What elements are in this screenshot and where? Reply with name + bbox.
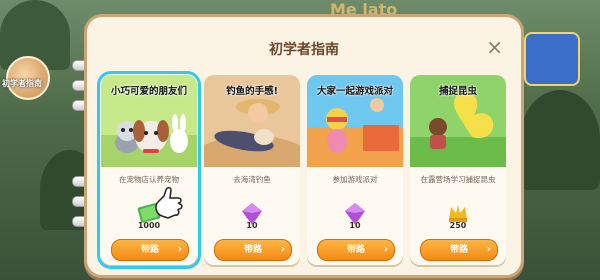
- go-button-label: 带路: [243, 245, 262, 255]
- go-button-label: 带路: [346, 245, 365, 255]
- card-title: 捕捉昆虫: [438, 86, 477, 97]
- chevron-right-icon: ›: [486, 244, 491, 255]
- card-title: 钓鱼的手感!: [226, 86, 278, 97]
- reward-amount: 250: [449, 221, 467, 230]
- pointer-hand-icon: [155, 187, 183, 219]
- card-title: 小巧可爱的朋友们: [110, 86, 187, 97]
- tree-decor: [520, 90, 600, 190]
- close-icon[interactable]: ×: [486, 37, 503, 57]
- go-button-label: 带路: [140, 245, 159, 255]
- reward-amount: 10: [246, 221, 258, 230]
- card-subtitle: 在宠物店认养宠物: [119, 175, 179, 184]
- guide-card-party[interactable]: 大家一起游戏派对 参加游戏派对 10 带路 ›: [307, 75, 403, 265]
- guide-go-button[interactable]: 带路 ›: [214, 239, 292, 261]
- guide-card-fishing[interactable]: 钓鱼的手感! 去海湾钓鱼 10 带路 ›: [204, 75, 300, 265]
- reward-amount: 10: [349, 221, 361, 230]
- guide-card-insects[interactable]: 捕捉昆虫 在露营场学习捕捉昆虫 250 带路 ›: [410, 75, 506, 265]
- card-subtitle: 在露营场学习捕捉昆虫: [420, 175, 496, 184]
- guide-card-pets[interactable]: 小巧可爱的朋友们 在宠物店认养宠物 1000 带路 ›: [97, 71, 201, 269]
- guide-go-button[interactable]: 带路 ›: [111, 239, 189, 261]
- chevron-right-icon: ›: [280, 244, 285, 255]
- guide-go-button[interactable]: 带路 ›: [317, 239, 395, 261]
- card-subtitle: 参加游戏派对: [332, 175, 378, 184]
- panel-title: 初学者指南: [269, 42, 339, 58]
- beginner-guide-hud-label: 初学者指南: [2, 79, 42, 88]
- chevron-right-icon: ›: [177, 244, 182, 255]
- background-sign: [524, 32, 580, 86]
- card-subtitle: 去海湾钓鱼: [233, 175, 271, 184]
- card-title: 大家一起游戏派对: [316, 86, 393, 97]
- guide-go-button[interactable]: 带路 ›: [420, 239, 498, 261]
- beginner-guide-panel: 初学者指南 × 小巧可爱的朋友们 在宠物店认养宠物 1000 带路 › 钓鱼的手…: [84, 14, 524, 278]
- go-button-label: 带路: [449, 245, 468, 255]
- chevron-right-icon: ›: [383, 244, 388, 255]
- reward-amount: 1000: [137, 221, 161, 230]
